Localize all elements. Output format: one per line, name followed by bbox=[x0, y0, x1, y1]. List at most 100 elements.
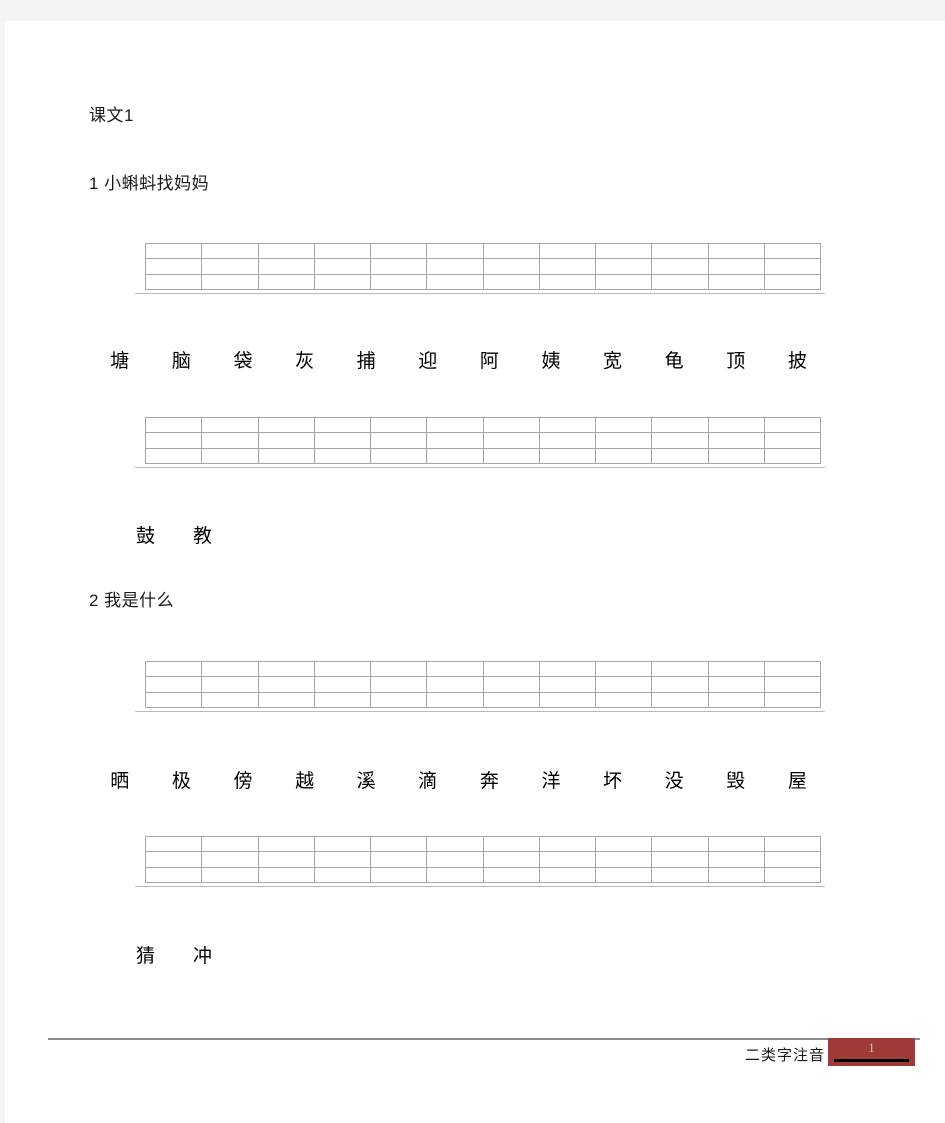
pinyin-line bbox=[652, 677, 708, 693]
pinyin-line bbox=[539, 433, 595, 449]
pinyin-grid-cell[interactable] bbox=[483, 244, 540, 289]
pinyin-line bbox=[371, 677, 427, 693]
pinyin-grid-cell[interactable] bbox=[483, 662, 540, 707]
pinyin-line bbox=[202, 275, 257, 289]
pinyin-line bbox=[258, 677, 314, 693]
pinyin-grid-cell[interactable] bbox=[314, 418, 371, 463]
pinyin-line bbox=[596, 677, 652, 693]
pinyin-grid-cell[interactable] bbox=[596, 244, 653, 289]
pinyin-line bbox=[764, 244, 820, 260]
character: 越 bbox=[295, 771, 315, 792]
lesson-1-heading: 1 小蝌蚪找妈妈 bbox=[89, 174, 210, 193]
pinyin-grid-cell[interactable] bbox=[596, 662, 653, 707]
pinyin-line bbox=[652, 662, 708, 678]
pinyin-grid-cell[interactable] bbox=[764, 418, 821, 463]
pinyin-line bbox=[765, 275, 820, 289]
pinyin-line bbox=[427, 837, 483, 853]
pinyin-grid-cell[interactable] bbox=[652, 662, 709, 707]
pinyin-grid-1 bbox=[145, 243, 821, 290]
pinyin-line bbox=[258, 433, 314, 449]
pinyin-grid-4 bbox=[145, 836, 821, 883]
pinyin-line bbox=[146, 418, 202, 434]
pinyin-grid-cell[interactable] bbox=[652, 837, 709, 882]
pinyin-grid-cell[interactable] bbox=[596, 837, 653, 882]
pinyin-line bbox=[258, 662, 314, 678]
pinyin-grid-cell[interactable] bbox=[146, 837, 203, 882]
pinyin-grid-cell[interactable] bbox=[483, 837, 540, 882]
pinyin-grid-cell[interactable] bbox=[314, 662, 371, 707]
pinyin-grid-cell[interactable] bbox=[314, 244, 371, 289]
pinyin-line bbox=[539, 837, 595, 853]
pinyin-grid-cell[interactable] bbox=[258, 244, 315, 289]
pinyin-grid-cell[interactable] bbox=[146, 244, 203, 289]
pinyin-line bbox=[596, 837, 652, 853]
pinyin-line bbox=[708, 677, 764, 693]
pinyin-grid-cell[interactable] bbox=[427, 244, 484, 289]
pinyin-line bbox=[540, 449, 595, 463]
pinyin-grid-cell[interactable] bbox=[427, 662, 484, 707]
pinyin-grid-cell[interactable] bbox=[764, 244, 821, 289]
pinyin-grid-cell[interactable] bbox=[202, 662, 259, 707]
pinyin-line bbox=[764, 677, 820, 693]
character: 塘 bbox=[110, 351, 130, 372]
pinyin-line bbox=[483, 244, 539, 260]
character: 宽 bbox=[603, 351, 623, 372]
pinyin-grid-cell[interactable] bbox=[764, 837, 821, 882]
pinyin-line bbox=[202, 449, 257, 463]
pinyin-line bbox=[483, 677, 539, 693]
character: 教 bbox=[192, 526, 212, 547]
pinyin-line bbox=[202, 837, 258, 853]
pinyin-line bbox=[371, 449, 426, 463]
pinyin-grid-cell[interactable] bbox=[202, 418, 259, 463]
pinyin-grid-cell[interactable] bbox=[539, 244, 596, 289]
character: 没 bbox=[664, 771, 684, 792]
pinyin-grid-cell[interactable] bbox=[258, 662, 315, 707]
pinyin-grid-cell[interactable] bbox=[146, 418, 203, 463]
pinyin-grid-cell[interactable] bbox=[258, 837, 315, 882]
pinyin-grid-cell[interactable] bbox=[427, 837, 484, 882]
pinyin-grid-cell[interactable] bbox=[708, 837, 765, 882]
pinyin-grid-cell[interactable] bbox=[708, 662, 765, 707]
pinyin-line bbox=[371, 418, 427, 434]
pinyin-line bbox=[764, 418, 820, 434]
pinyin-line bbox=[258, 244, 314, 260]
pinyin-line bbox=[146, 244, 202, 260]
pinyin-line bbox=[596, 852, 652, 868]
pinyin-grid-cell[interactable] bbox=[314, 837, 371, 882]
pinyin-grid-cell[interactable] bbox=[202, 244, 259, 289]
pinyin-line bbox=[652, 837, 708, 853]
pinyin-grid-cell[interactable] bbox=[539, 418, 596, 463]
pinyin-grid-cell[interactable] bbox=[146, 662, 203, 707]
pinyin-line bbox=[709, 275, 764, 289]
pinyin-grid-cell[interactable] bbox=[708, 418, 765, 463]
pinyin-grid-cell[interactable] bbox=[539, 837, 596, 882]
pinyin-grid-cell[interactable] bbox=[258, 418, 315, 463]
page-number: 1 bbox=[868, 1040, 875, 1055]
character: 灰 bbox=[295, 351, 315, 372]
pinyin-line bbox=[652, 449, 707, 463]
pinyin-grid-cell[interactable] bbox=[202, 837, 259, 882]
pinyin-grid-cell[interactable] bbox=[652, 244, 709, 289]
pinyin-grid-cell[interactable] bbox=[371, 662, 428, 707]
pinyin-line bbox=[202, 677, 258, 693]
pinyin-line bbox=[371, 259, 427, 275]
character: 奔 bbox=[479, 771, 499, 792]
pinyin-grid-cell[interactable] bbox=[371, 418, 428, 463]
pinyin-grid-cell[interactable] bbox=[652, 418, 709, 463]
pinyin-line bbox=[146, 275, 201, 289]
pinyin-grid-cell[interactable] bbox=[427, 418, 484, 463]
pinyin-line bbox=[765, 693, 820, 707]
pinyin-grid-cell[interactable] bbox=[708, 244, 765, 289]
pinyin-grid-cell[interactable] bbox=[371, 837, 428, 882]
footer-divider bbox=[48, 1038, 920, 1040]
pinyin-grid-cell[interactable] bbox=[539, 662, 596, 707]
pinyin-grid-cell[interactable] bbox=[371, 244, 428, 289]
character-row-4: 猜 冲 bbox=[117, 941, 231, 968]
pinyin-grid-cell[interactable] bbox=[764, 662, 821, 707]
pinyin-line bbox=[314, 259, 370, 275]
pinyin-line bbox=[258, 852, 314, 868]
pinyin-grid-cell[interactable] bbox=[596, 418, 653, 463]
pinyin-line bbox=[202, 418, 258, 434]
pinyin-grid-cell[interactable] bbox=[483, 418, 540, 463]
pinyin-line bbox=[484, 868, 539, 882]
